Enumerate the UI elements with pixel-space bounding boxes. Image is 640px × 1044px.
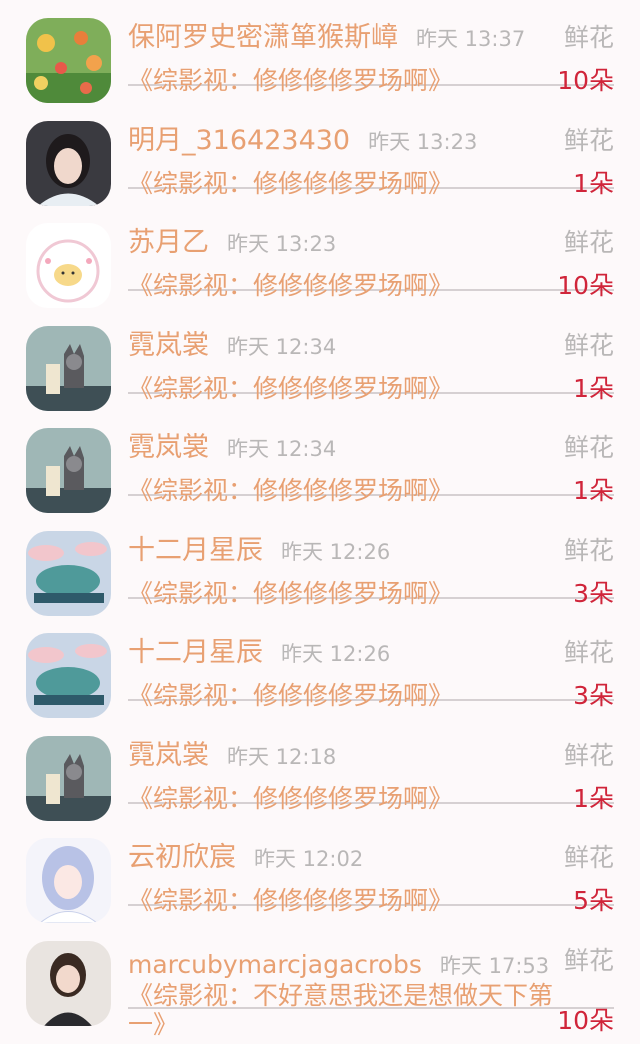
gift-type: 鲜花: [563, 228, 614, 257]
gift-type: 鲜花: [563, 330, 614, 360]
timestamp: 昨天 17:53: [439, 953, 550, 978]
gift-type: 鲜花: [563, 125, 614, 155]
user-name[interactable]: 十二月星辰: [128, 637, 263, 668]
book-title[interactable]: 《综影视：不好意思我还是想做天下第一》: [128, 981, 578, 1039]
list-item[interactable]: 明月_316423430 昨天 13:23 鲜花 《综影视：修修修修罗场啊》 1朵: [0, 85, 640, 206]
gift-type: 鲜花: [563, 535, 614, 565]
user-name[interactable]: 保阿罗史密潇箪猴斯嶂: [128, 22, 398, 53]
gift-type: 鲜花: [563, 740, 614, 770]
gift-type: 鲜花: [563, 638, 614, 667]
timestamp: 昨天 13:37: [416, 27, 526, 51]
item-content: 霓岚裳 昨天 12:34 鲜花 《综影视：修修修修罗场啊》 1朵: [128, 410, 614, 505]
gift-record-list: 保阿罗史密潇箪猴斯嶂 昨天 13:37 鲜花 《综影视：修修修修罗场啊》 10朵 …: [0, 0, 640, 1039]
item-content: 十二月星辰 昨天 12:26 鲜花 《综影视：修修修修罗场啊》 3朵: [128, 513, 614, 608]
item-content: marcubymarcjagacrobs 昨天 17:53 鲜花 《综影视：不好意…: [128, 923, 614, 1039]
user-name[interactable]: 明月_316423430: [128, 125, 350, 156]
timestamp: 昨天 12:26: [281, 642, 391, 666]
gift-count: 10朵: [557, 1005, 614, 1035]
timestamp: 昨天 12:02: [254, 847, 364, 871]
item-content: 霓岚裳 昨天 12:34 鲜花 《综影视：修修修修罗场啊》 1朵: [128, 308, 614, 403]
list-item[interactable]: 苏月乙 昨天 13:23 鲜花 《综影视：修修修修罗场啊》 10朵: [0, 187, 640, 308]
user-name[interactable]: 霓岚裳: [128, 432, 209, 463]
timestamp: 昨天 12:34: [227, 437, 337, 461]
user-name[interactable]: 十二月星辰: [128, 535, 263, 566]
list-item[interactable]: 十二月星辰 昨天 12:26 鲜花 《综影视：修修修修罗场啊》 3朵: [0, 597, 640, 718]
item-content: 明月_316423430 昨天 13:23 鲜花 《综影视：修修修修罗场啊》 1朵: [128, 103, 614, 198]
list-item[interactable]: marcubymarcjagacrobs 昨天 17:53 鲜花 《综影视：不好意…: [0, 905, 640, 1039]
user-name[interactable]: 云初欣宸: [128, 842, 236, 873]
list-item[interactable]: 霓岚裳 昨天 12:18 鲜花 《综影视：修修修修罗场啊》 1朵: [0, 700, 640, 821]
gift-type: 鲜花: [563, 945, 614, 975]
list-item[interactable]: 霓岚裳 昨天 12:34 鲜花 《综影视：修修修修罗场啊》 1朵: [0, 290, 640, 411]
user-name[interactable]: marcubymarcjagacrobs: [128, 950, 422, 979]
timestamp: 昨天 13:23: [368, 129, 478, 154]
gift-type: 鲜花: [563, 23, 614, 52]
timestamp: 昨天 13:23: [227, 232, 337, 256]
user-name[interactable]: 霓岚裳: [128, 740, 209, 771]
item-content: 十二月星辰 昨天 12:26 鲜花 《综影视：修修修修罗场啊》 3朵: [128, 615, 614, 710]
timestamp: 昨天 12:34: [227, 334, 337, 359]
list-item[interactable]: 霓岚裳 昨天 12:34 鲜花 《综影视：修修修修罗场啊》 1朵: [0, 392, 640, 513]
user-name[interactable]: 苏月乙: [128, 227, 209, 258]
item-content: 苏月乙 昨天 13:23 鲜花 《综影视：修修修修罗场啊》 10朵: [128, 205, 614, 300]
list-item[interactable]: 十二月星辰 昨天 12:26 鲜花 《综影视：修修修修罗场啊》 3朵: [0, 495, 640, 616]
list-item[interactable]: 云初欣宸 昨天 12:02 鲜花 《综影视：修修修修罗场啊》 5朵: [0, 802, 640, 923]
gift-type: 鲜花: [563, 433, 614, 462]
item-content: 霓岚裳 昨天 12:18 鲜花 《综影视：修修修修罗场啊》 1朵: [128, 718, 614, 813]
timestamp: 昨天 12:18: [227, 744, 337, 769]
item-content: 云初欣宸 昨天 12:02 鲜花 《综影视：修修修修罗场啊》 5朵: [128, 820, 614, 915]
timestamp: 昨天 12:26: [281, 539, 391, 564]
item-content: 保阿罗史密潇箪猴斯嶂 昨天 13:37 鲜花 《综影视：修修修修罗场啊》 10朵: [128, 0, 614, 95]
avatar[interactable]: [26, 940, 111, 1026]
child-photo-avatar-icon: [26, 940, 111, 1026]
user-name[interactable]: 霓岚裳: [128, 330, 209, 361]
list-item[interactable]: 保阿罗史密潇箪猴斯嶂 昨天 13:37 鲜花 《综影视：修修修修罗场啊》 10朵: [0, 0, 640, 103]
gift-type: 鲜花: [563, 843, 614, 872]
